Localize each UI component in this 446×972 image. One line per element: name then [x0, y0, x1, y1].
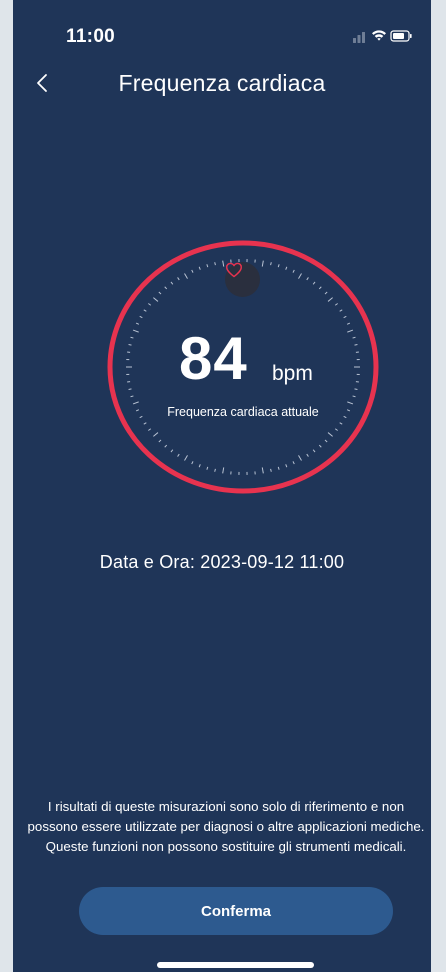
status-icons	[353, 28, 413, 44]
gauge-tick	[184, 455, 188, 461]
gauge-tick	[206, 466, 209, 470]
disclaimer-text: I risultati di queste misurazioni sono s…	[27, 799, 425, 854]
heart-rate-caption: Frequenza cardiaca attuale	[167, 405, 319, 419]
gauge-tick	[130, 336, 134, 339]
gauge-tick	[135, 322, 140, 325]
gauge-tick	[206, 264, 209, 268]
datetime-value: 2023-09-12 11:00	[200, 552, 345, 572]
gauge-tick	[139, 315, 143, 319]
signal-icon	[353, 32, 365, 43]
gauge-tick	[347, 401, 354, 405]
confirm-button[interactable]: Conferma	[79, 887, 393, 935]
gauge-tick	[312, 449, 316, 453]
gauge-tick	[158, 291, 162, 295]
heart-rate-value: 84	[179, 325, 248, 392]
gauge-tick	[324, 439, 328, 443]
gauge-tick	[261, 260, 264, 267]
gauge-tick	[347, 329, 354, 333]
gauge-tick	[334, 428, 338, 431]
gauge-tick	[277, 264, 280, 268]
gauge-tick	[277, 466, 280, 470]
gauge-tick	[132, 329, 139, 333]
gauge-tick	[346, 322, 351, 325]
gauge-tick	[334, 303, 338, 306]
gauge-tick	[132, 401, 139, 405]
gauge-tick	[306, 277, 309, 281]
page-title: Frequenza cardiaca	[118, 70, 326, 96]
gauge-tick	[270, 468, 272, 472]
gauge-tick	[191, 461, 194, 465]
gauge-tick	[128, 344, 132, 346]
gauge-tick	[327, 432, 333, 437]
gauge-tick	[318, 286, 322, 290]
gauge-tick	[352, 395, 356, 398]
gauge-tick	[339, 309, 343, 312]
gauge-tick	[143, 309, 147, 312]
gauge-tick	[292, 461, 295, 465]
gauge-tick	[170, 281, 174, 285]
gauge-tick	[222, 260, 225, 267]
gauge-tick	[324, 291, 328, 295]
gauge-tick	[214, 262, 216, 266]
gauge-tick	[270, 262, 272, 266]
status-bar: 11:00	[13, 0, 431, 60]
gauge-tick	[177, 453, 180, 457]
gauge-tick	[198, 464, 201, 468]
gauge-tick	[153, 432, 159, 437]
gauge-tick	[153, 297, 159, 302]
gauge-tick	[177, 277, 180, 281]
gauge-tick	[148, 428, 152, 431]
heart-badge	[225, 262, 260, 297]
gauge-tick	[128, 388, 132, 390]
gauge-tick	[130, 395, 134, 398]
nav-bar: Frequenza cardiaca	[13, 62, 431, 106]
gauge-tick	[339, 422, 343, 425]
gauge-tick	[298, 273, 302, 279]
gauge-tick	[164, 444, 168, 448]
gauge-tick	[148, 303, 152, 306]
gauge-tick	[214, 468, 216, 472]
gauge-tick	[261, 467, 264, 474]
gauge-tick	[312, 281, 316, 285]
gauge-tick	[222, 467, 225, 474]
gauge-tick	[285, 266, 288, 270]
gauge-tick	[298, 455, 302, 461]
battery-icon	[390, 30, 412, 42]
heart-icon	[226, 262, 242, 278]
gauge-tick	[343, 315, 347, 319]
gauge-tick	[170, 449, 174, 453]
gauge-tick	[318, 444, 322, 448]
gauge-tick	[354, 388, 358, 390]
wifi-icon	[372, 30, 386, 41]
datetime-label: Data e Ora:	[99, 552, 201, 572]
heart-rate-unit: bpm	[272, 362, 313, 385]
gauge-tick	[292, 269, 295, 273]
heart-rate-gauge: 84 bpm Frequenza cardiaca attuale	[102, 237, 384, 497]
gauge-tick	[285, 464, 288, 468]
gauge-tick	[143, 422, 147, 425]
gauge-tick	[158, 439, 162, 443]
gauge-tick	[191, 269, 194, 273]
phone-screen: 11:00 Frequenza cardiaca 84 bpm Frequenz…	[13, 0, 431, 972]
home-indicator	[157, 962, 314, 968]
gauge-tick	[354, 344, 358, 346]
status-time: 11:00	[66, 26, 116, 47]
gauge-tick	[198, 266, 201, 270]
gauge-tick	[164, 286, 168, 290]
gauge-tick	[306, 453, 309, 457]
measurement-datetime: Data e Ora: 2023-09-12 11:00	[13, 552, 431, 573]
gauge-tick	[352, 336, 356, 339]
gauge-tick	[184, 273, 188, 279]
gauge-tick	[327, 297, 333, 302]
